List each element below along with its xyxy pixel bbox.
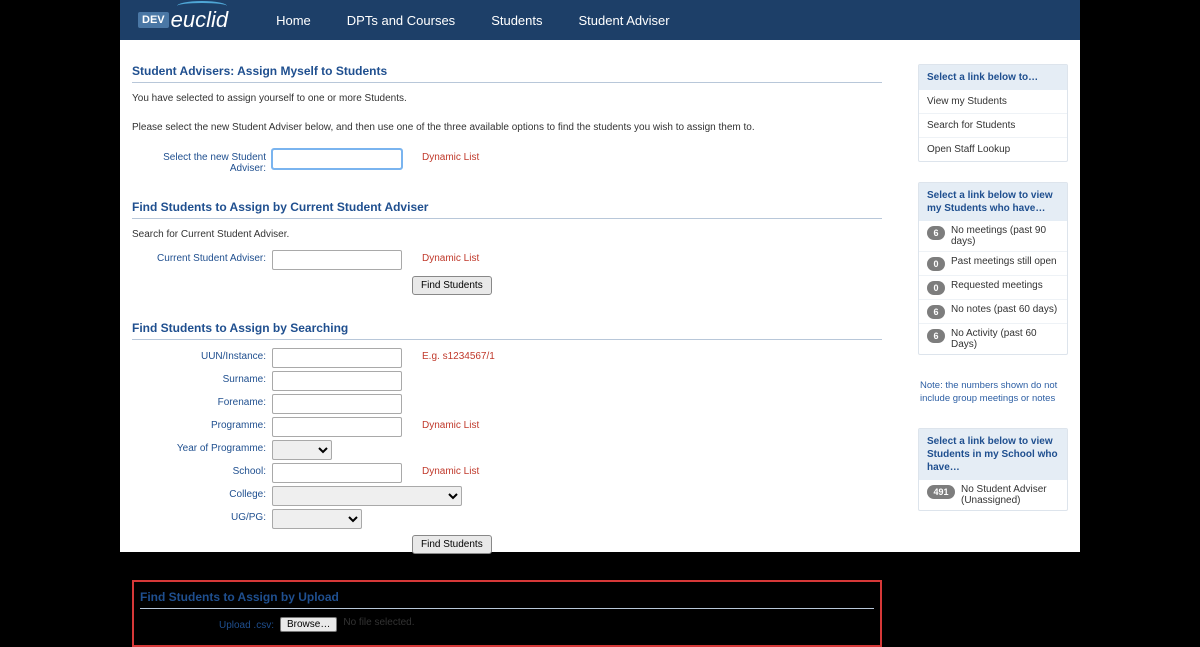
side-panel-1-head: Select a link below to… [919,65,1067,90]
side-note: Note: the numbers shown do not include g… [918,375,1068,410]
college-select[interactable] [272,486,462,506]
nav-student-adviser[interactable]: Student Adviser [561,13,688,28]
side-panel-2-head: Select a link below to view my Students … [919,183,1067,221]
select-new-adviser-hint: Dynamic List [422,149,479,163]
count-label: No meetings (past 90 days) [951,225,1059,247]
current-adviser-label: Current Student Adviser: [132,250,272,264]
count-badge: 6 [927,226,945,240]
find-by-adviser-desc: Search for Current Student Adviser. [132,227,882,242]
current-adviser-hint: Dynamic List [422,250,479,264]
link-view-my-students[interactable]: View my Students [919,90,1067,113]
school-input[interactable] [272,463,402,483]
logo-dev-badge: DEV [138,12,169,28]
uun-hint: E.g. s1234567/1 [422,348,495,362]
yop-label: Year of Programme: [132,440,272,454]
browse-button[interactable]: Browse… [280,617,337,632]
upload-title: Find Students to Assign by Upload [140,590,874,609]
ugpg-label: UG/PG: [132,509,272,523]
find-students-button-1[interactable]: Find Students [412,276,492,295]
nav-students[interactable]: Students [473,13,560,28]
count-badge: 6 [927,329,945,343]
nav-home[interactable]: Home [258,13,329,28]
upload-section-highlighted: Find Students to Assign by Upload Upload… [132,580,882,647]
uun-input[interactable] [272,348,402,368]
sidebar: Select a link below to… View my Students… [918,64,1068,647]
college-label: College: [132,486,272,500]
find-by-search-title: Find Students to Assign by Searching [132,321,882,340]
count-label: No Activity (past 60 Days) [951,328,1059,350]
forename-label: Forename: [132,394,272,408]
item-requested-meetings[interactable]: 0 Requested meetings [919,275,1067,299]
uun-label: UUN/Instance: [132,348,272,362]
item-no-adviser[interactable]: 491 No Student Adviser (Unassigned) [919,480,1067,510]
count-label: No notes (past 60 days) [951,304,1057,315]
find-by-adviser-title: Find Students to Assign by Current Stude… [132,200,882,219]
intro-line-2: Please select the new Student Adviser be… [132,120,882,135]
count-badge: 6 [927,305,945,319]
school-hint: Dynamic List [422,463,479,477]
forename-input[interactable] [272,394,402,414]
link-search-students[interactable]: Search for Students [919,113,1067,137]
intro-line-1: You have selected to assign yourself to … [132,91,882,106]
logo[interactable]: DEV euclid [138,7,228,33]
side-panel-my-students: Select a link below to view my Students … [918,182,1068,355]
top-nav-bar: DEV euclid Home DPTs and Courses Student… [120,0,1080,40]
find-students-button-2[interactable]: Find Students [412,535,492,554]
yop-select[interactable] [272,440,332,460]
page-title: Student Advisers: Assign Myself to Stude… [132,64,882,83]
count-badge: 491 [927,485,955,499]
school-label: School: [132,463,272,477]
current-adviser-input[interactable] [272,250,402,270]
programme-hint: Dynamic List [422,417,479,431]
upload-label: Upload .csv: [140,617,280,631]
main-content: Student Advisers: Assign Myself to Stude… [132,64,890,647]
nav-dpts-courses[interactable]: DPTs and Courses [329,13,473,28]
logo-swoosh-icon [177,1,227,11]
surname-input[interactable] [272,371,402,391]
item-no-activity[interactable]: 6 No Activity (past 60 Days) [919,323,1067,354]
side-panel-school-students: Select a link below to view Students in … [918,428,1068,511]
side-panel-3-head: Select a link below to view Students in … [919,429,1067,480]
programme-label: Programme: [132,417,272,431]
logo-text: euclid [171,7,228,33]
select-new-adviser-label: Select the new Student Adviser: [132,149,272,174]
select-new-adviser-input[interactable] [272,149,402,169]
side-panel-links: Select a link below to… View my Students… [918,64,1068,162]
link-open-staff-lookup[interactable]: Open Staff Lookup [919,137,1067,161]
file-status: No file selected. [343,617,414,628]
item-no-notes[interactable]: 6 No notes (past 60 days) [919,299,1067,323]
item-past-meetings-open[interactable]: 0 Past meetings still open [919,251,1067,275]
count-label: No Student Adviser (Unassigned) [961,484,1059,506]
surname-label: Surname: [132,371,272,385]
count-label: Past meetings still open [951,256,1057,267]
count-badge: 0 [927,281,945,295]
item-no-meetings[interactable]: 6 No meetings (past 90 days) [919,221,1067,251]
count-badge: 0 [927,257,945,271]
ugpg-select[interactable] [272,509,362,529]
count-label: Requested meetings [951,280,1043,291]
programme-input[interactable] [272,417,402,437]
